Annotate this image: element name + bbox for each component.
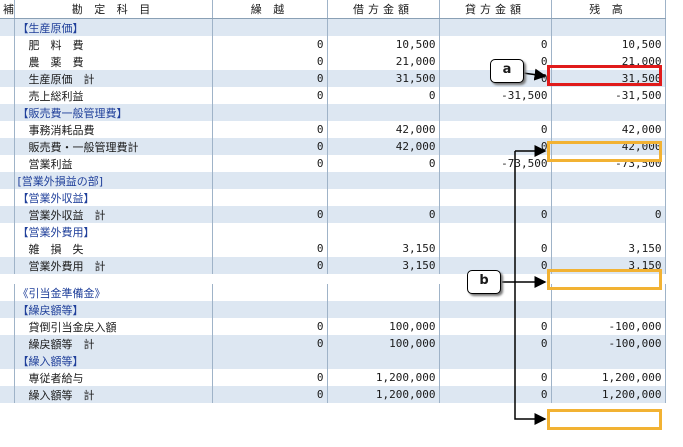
callout-a: a — [490, 59, 524, 83]
arrow-a — [522, 68, 547, 81]
arrow-b-bottom — [514, 151, 547, 425]
callout-arrows — [502, 68, 547, 425]
callout-b: b — [467, 270, 501, 294]
